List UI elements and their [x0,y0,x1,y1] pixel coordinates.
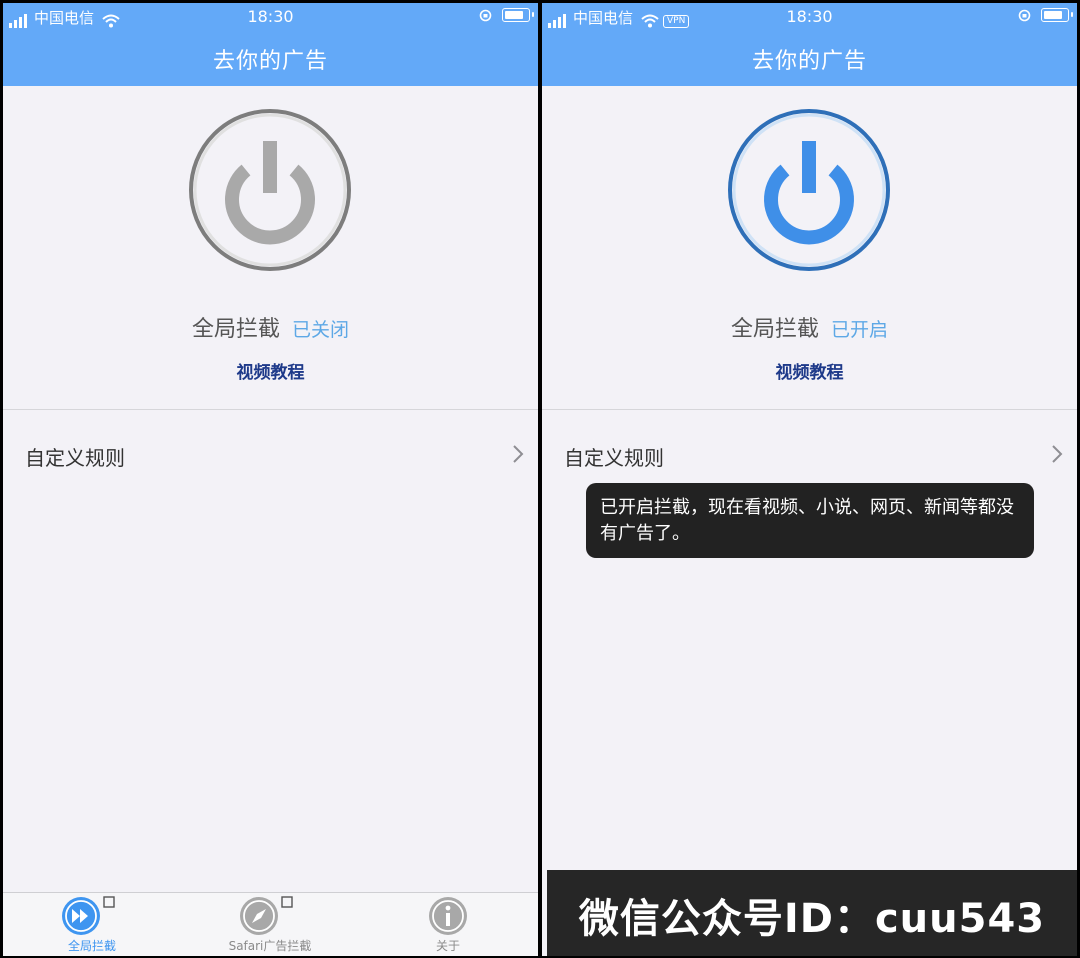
nav-header: 中国电信 18:30 去你的广告 [3,3,538,86]
battery-icon [1041,8,1073,22]
chevron-right-icon [1052,445,1063,463]
chevron-right-icon [513,445,524,463]
rotation-lock-icon [479,9,492,21]
tab-label: 关于 [435,939,460,953]
phone-screen-right: 中国电信 VPN 18:30 去你的广告 全局拦截 已开启 视频教程 自定义规则… [542,3,1077,956]
toast-notification: 已开启拦截，现在看视频、小说、网页、新闻等都没有广告了。 [586,483,1034,558]
nav-header: 中国电信 VPN 18:30 去你的广告 [542,3,1077,86]
status-time: 18:30 [247,7,294,26]
tab-label: Safari广告拦截 [228,939,312,953]
page-title: 去你的广告 [751,49,867,74]
global-block-label: 全局拦截 [730,317,819,342]
video-tutorial-link[interactable]: 视频教程 [3,358,538,383]
page-title: 去你的广告 [212,49,328,74]
custom-rules-label: 自定义规则 [25,446,125,470]
status-bar: 中国电信 VPN 18:30 [542,7,1077,28]
custom-rules-row[interactable]: 自定义规则 [3,430,538,482]
divider [542,409,1077,410]
global-block-status: 全局拦截 已开启 [542,311,1077,343]
phone-screen-left: 中国电信 18:30 去你的广告 全局拦截 已关闭 视频教程 自定义规则 全局拦… [3,3,538,956]
custom-rules-label: 自定义规则 [564,446,664,470]
global-block-status: 全局拦截 已关闭 [3,311,538,343]
tab-about[interactable]: 关于 [359,896,537,954]
tab-bar: 全局拦截 Safari广告拦截 关于 [3,892,538,956]
tab-safari-block[interactable]: Safari广告拦截 [181,896,359,954]
toast-message: 已开启拦截，现在看视频、小说、网页、新闻等都没有广告了。 [600,497,1014,544]
video-tutorial-link[interactable]: 视频教程 [542,358,1077,383]
global-block-label: 全局拦截 [191,317,280,342]
block-state-label: 已关闭 [292,319,350,341]
power-toggle-button[interactable] [188,108,352,272]
watermark-banner: 微信公众号ID：cuu543 [547,870,1077,956]
tab-global-block[interactable]: 全局拦截 [3,896,181,954]
power-toggle-button[interactable] [727,108,891,272]
divider [3,409,538,410]
status-time: 18:30 [786,7,833,26]
tab-label: 全局拦截 [67,939,116,953]
rotation-lock-icon [1018,9,1031,21]
info-icon [429,897,467,935]
compass-icon [240,896,293,935]
block-state-label: 已开启 [831,319,889,341]
status-bar: 中国电信 18:30 [3,7,538,28]
battery-icon [502,8,534,22]
custom-rules-row[interactable]: 自定义规则 [542,430,1077,482]
watermark-text: 微信公众号ID：cuu543 [578,896,1046,942]
fast-forward-icon [62,896,115,935]
